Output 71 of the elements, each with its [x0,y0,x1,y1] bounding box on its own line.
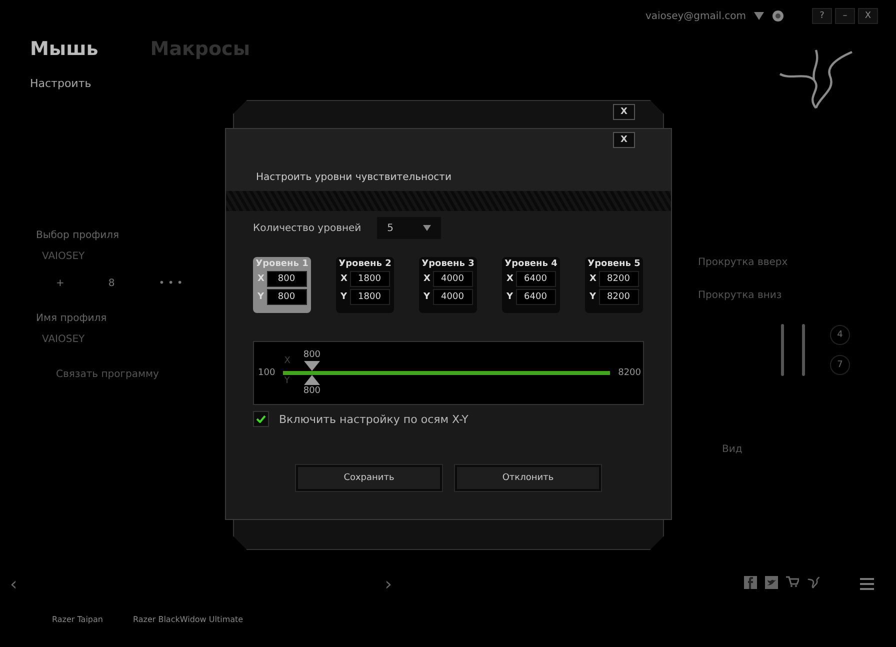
mouse-button-marker[interactable]: 7 [830,355,850,375]
close-button[interactable]: X [613,104,635,120]
x-value-field[interactable]: 800 [266,271,306,287]
window-control-button[interactable]: X [858,8,878,24]
close-button[interactable]: X [613,132,635,148]
level-title: Уровень 2 [338,259,392,269]
level-card[interactable]: Уровень 4 X 6400 Y 6400 [502,257,560,313]
x-value-field[interactable]: 1800 [350,271,390,287]
sub-tab[interactable]: Настроить [30,77,92,90]
axis-label: X [340,274,348,284]
cart-icon[interactable] [786,576,799,587]
account-email[interactable]: vaiosey@gmail.com [645,10,746,22]
axis-label: Y [424,292,430,302]
axis-label: Y [284,376,290,386]
level-card[interactable]: Уровень 2 X 1800 Y 1800 [336,257,394,313]
axis-label: X [590,274,596,284]
level-card[interactable]: Уровень 3 X 4000 Y 4000 [419,257,477,313]
x-value-field[interactable]: 6400 [516,271,556,287]
level-count-dropdown[interactable]: 5 [377,217,442,239]
window-control-button[interactable]: – [835,8,855,24]
level-count-label: Количество уровней [253,222,362,234]
checkbox-label: Включить настройку по осям X-Y [279,412,468,426]
y-value-field[interactable]: 6400 [516,289,556,305]
previous-arrow[interactable]: ‹ [10,574,18,595]
axis-label: Y [258,292,264,302]
axis-label: X [506,274,514,284]
marker-value: 800 [303,350,321,360]
device-name[interactable]: Razer Taipan [52,615,103,624]
facebook-icon[interactable] [744,576,757,589]
axis-label: X [284,356,290,366]
slider-min-label: 100 [258,368,276,378]
level-card[interactable]: Уровень 5 X 8200 Y 8200 [585,257,643,313]
y-value-field[interactable]: 800 [266,289,306,305]
x-value-field[interactable]: 8200 [598,271,638,287]
level-title: Уровень 3 [422,259,474,269]
axis-label: X [258,274,264,284]
dropdown-triangle-icon[interactable] [754,12,764,20]
next-arrow[interactable]: › [384,574,392,595]
profile-action-button[interactable]: • • • [158,278,183,289]
dialog-title: Настроить уровни чувствительности [256,172,452,183]
menu-icon[interactable] [860,578,874,590]
marker-value: 800 [303,386,321,396]
device-name[interactable]: Razer BlackWidow Ultimate [132,615,244,624]
dialog-button[interactable]: Сохранить [296,465,442,491]
mouse-button-marker[interactable]: 4 [830,325,850,345]
snake-icon[interactable] [807,576,820,589]
axis-label: X [424,274,430,284]
axis-label: Y [506,292,514,302]
level-title: Уровень 5 [588,259,640,269]
nav-tab[interactable]: Мышь [30,38,98,60]
checkbox[interactable] [253,411,269,427]
level-title: Уровень 4 [504,259,558,269]
axis-label: Y [340,292,348,302]
y-value-field[interactable]: 8200 [598,289,638,305]
profile-name-label: Имя профиля [36,313,107,324]
dialog-button[interactable]: Отклонить [455,465,601,491]
bird-icon[interactable] [765,576,778,589]
profile-select-label: Выбор профиля [36,230,120,241]
level-card[interactable]: Уровень 1 X 800 Y 800 [253,257,311,313]
dropdown-caret-icon [423,225,432,231]
window-control-button[interactable]: ? [812,8,832,24]
y-value-field[interactable]: 1800 [350,289,390,305]
profile-action-button[interactable]: + [56,278,64,289]
level-title: Уровень 1 [256,259,308,269]
globe-icon[interactable] [772,10,784,22]
axis-label: Y [590,292,596,302]
slider-max-label: 8200 [618,368,641,378]
profile-action-button[interactable]: 8 [108,278,115,289]
x-value-field[interactable]: 4000 [432,271,472,287]
checkmark-icon [256,415,266,423]
y-value-field[interactable]: 4000 [432,289,472,305]
